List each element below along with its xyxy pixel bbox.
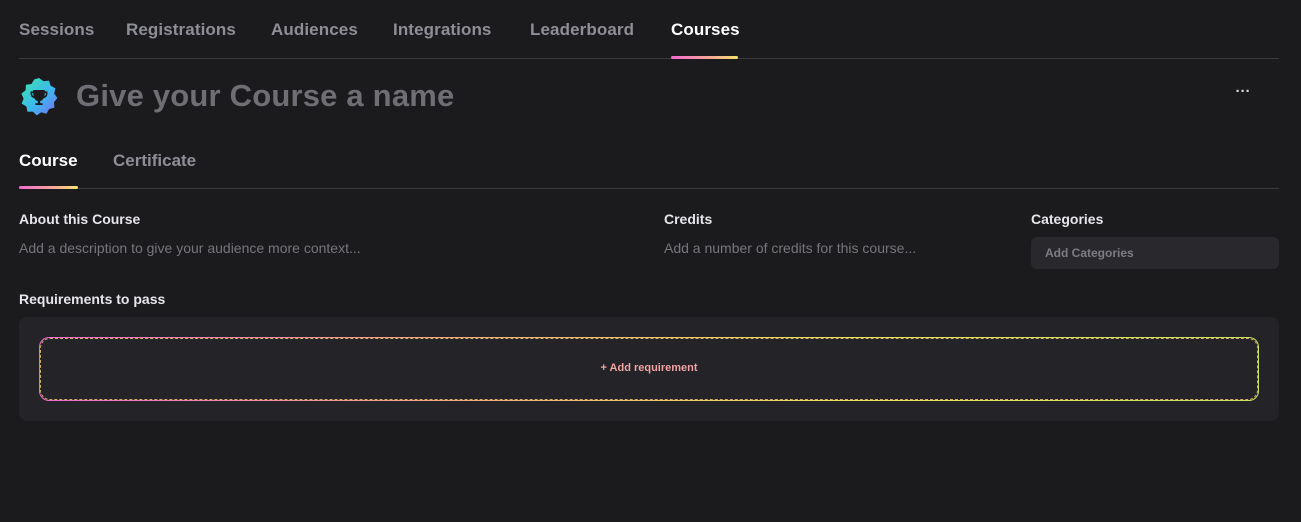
tab-leaderboard[interactable]: Leaderboard [530, 20, 634, 40]
tab-courses[interactable]: Courses [671, 20, 740, 40]
top-nav: Sessions Registrations Audiences Integra… [19, 0, 1279, 59]
tab-course[interactable]: Course [19, 151, 78, 171]
course-name-input[interactable] [76, 77, 976, 115]
about-description-input[interactable] [19, 237, 619, 259]
course-subnav: Course Certificate [19, 140, 1279, 189]
tab-audiences[interactable]: Audiences [271, 20, 358, 40]
add-requirement-label: + Add requirement [40, 362, 1258, 374]
credits-label: Credits [664, 211, 713, 227]
add-requirement-button[interactable]: + Add requirement [39, 337, 1259, 401]
more-options-button[interactable]: ··· [1230, 84, 1256, 106]
credits-input[interactable] [664, 237, 1004, 259]
active-subtab-indicator [19, 186, 78, 189]
categories-label: Categories [1031, 211, 1104, 227]
course-editor: Sessions Registrations Audiences Integra… [0, 0, 1301, 522]
categories-select[interactable]: Add Categories [1031, 237, 1279, 269]
tab-sessions[interactable]: Sessions [19, 20, 94, 40]
requirements-panel: + Add requirement [19, 317, 1279, 421]
tab-integrations[interactable]: Integrations [393, 20, 492, 40]
active-tab-indicator [671, 56, 738, 59]
tab-certificate[interactable]: Certificate [113, 151, 196, 171]
requirements-label: Requirements to pass [19, 291, 166, 307]
categories-placeholder: Add Categories [1045, 246, 1134, 260]
tab-registrations[interactable]: Registrations [126, 20, 236, 40]
trophy-icon [21, 78, 58, 116]
course-badge [19, 77, 59, 117]
about-label: About this Course [19, 211, 141, 227]
